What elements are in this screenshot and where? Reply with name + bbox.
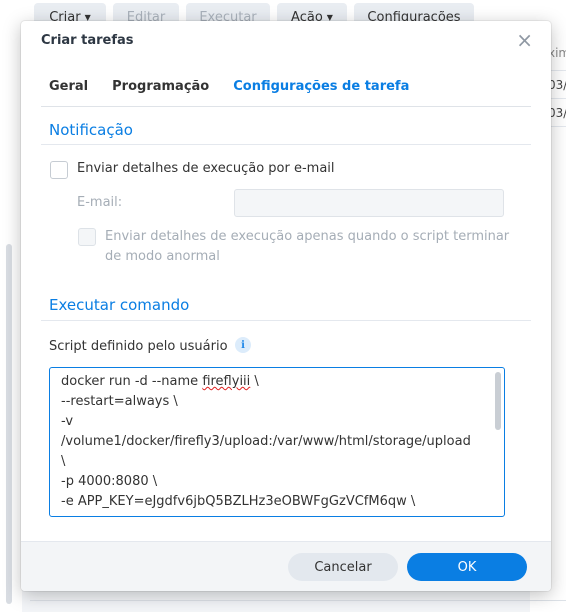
scrollbar[interactable]: [495, 372, 501, 430]
script-line: -p 4000:8080 \: [61, 474, 158, 489]
notification-section-title: Notificação: [49, 121, 133, 139]
scrollbar[interactable]: [6, 244, 12, 604]
spellcheck-word: fireflyiii: [202, 374, 251, 389]
divider: [21, 541, 551, 542]
cancel-button[interactable]: Cancelar: [288, 553, 398, 581]
send-details-checkbox[interactable]: [50, 161, 68, 179]
script-line: \: [61, 454, 66, 469]
run-command-section-title: Executar comando: [49, 296, 190, 314]
dialog-title: Criar tarefas: [41, 33, 134, 48]
divider: [41, 106, 531, 107]
background-left-panel: [0, 34, 22, 612]
user-script-label: Script definido pelo usuário: [49, 339, 228, 354]
divider: [30, 600, 566, 601]
create-task-dialog: Criar tarefas × Geral Programação Config…: [21, 21, 551, 591]
tab-schedule[interactable]: Programação: [112, 79, 209, 94]
divider: [41, 320, 531, 321]
script-line: -v: [61, 414, 74, 429]
abnormal-only-label-line2: de modo anormal: [105, 249, 220, 264]
divider: [41, 144, 531, 145]
script-line: /volume1/docker/firefly3/upload:/var/www…: [61, 434, 471, 449]
email-field[interactable]: [234, 189, 504, 217]
send-details-label: Enviar detalhes de execução por e-mail: [77, 161, 335, 176]
close-icon[interactable]: ×: [516, 30, 533, 50]
abnormal-only-label: Enviar detalhes de execução apenas quand…: [105, 229, 510, 244]
email-label: E-mail:: [77, 195, 123, 210]
script-textarea[interactable]: docker run -d --name fireflyiii \ --rest…: [49, 367, 505, 517]
ok-button[interactable]: OK: [407, 553, 527, 581]
script-line: -e APP_KEY=eJgdfv6jbQ5BZLHz3eOBWFgGzVCfM…: [61, 494, 416, 509]
info-icon[interactable]: i: [235, 337, 251, 353]
script-line: --restart=always \: [61, 394, 178, 409]
tab-bar: Geral Programação Configurações de taref…: [49, 79, 409, 94]
script-line: docker run -d --name fireflyiii \: [61, 374, 259, 389]
tab-task-settings[interactable]: Configurações de tarefa: [233, 79, 409, 94]
abnormal-only-checkbox[interactable]: [78, 228, 96, 246]
tab-general[interactable]: Geral: [49, 79, 88, 94]
